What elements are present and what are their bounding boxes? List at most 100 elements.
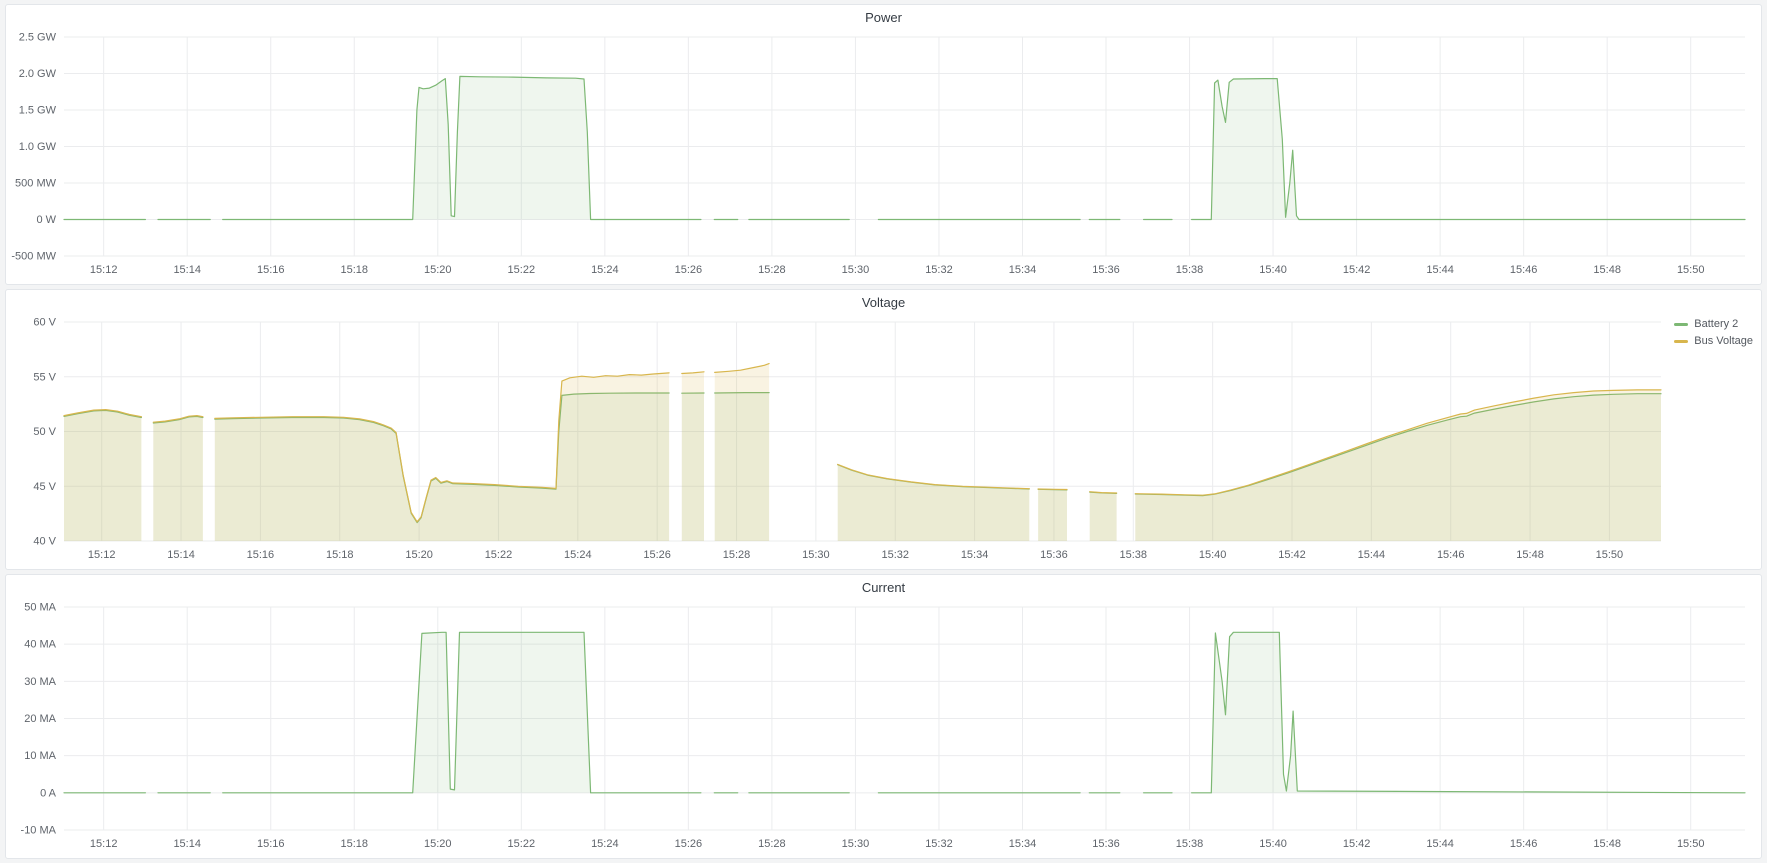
legend-label: Bus Voltage <box>1694 335 1753 347</box>
voltage-chart[interactable]: 15:12 15:14 15:16 15:18 15:20 15:22 15:24 15:26… <box>6 314 1761 567</box>
panel-current: Current 15:1215:1415:1615:1815:2015:2215… <box>5 574 1762 859</box>
x-tick-label: 15:14 <box>173 838 201 850</box>
y-tick-label: -10 MA <box>21 825 57 837</box>
x-tick-label: 15:42 <box>1343 838 1371 850</box>
x-tick-label: 15:22 <box>508 264 536 276</box>
x-tick-label: 15:30 <box>842 838 870 850</box>
series-area <box>64 410 141 541</box>
x-tick-label: 15:22 <box>508 838 536 850</box>
x-tick-label: 15:22 <box>485 549 513 561</box>
current-chart-wrap: 15:12 15:14 15:16 15:18 15:20 15:22 15:24 15:26… <box>6 599 1761 856</box>
x-tick-label: 15:24 <box>564 549 592 561</box>
panel-current-header[interactable]: Current <box>6 575 1761 599</box>
y-tick-label: -500 MW <box>11 251 56 263</box>
x-tick-label: 15:48 <box>1516 549 1544 561</box>
x-tick-label: 15:48 <box>1593 838 1621 850</box>
y-tick-label: 1.5 GW <box>19 105 57 117</box>
y-tick-label: 55 V <box>33 371 56 383</box>
legend-item-battery-2[interactable]: Battery 2 <box>1674 318 1753 330</box>
x-tick-label: 15:38 <box>1120 549 1148 561</box>
x-tick-label: 15:24 <box>591 838 619 850</box>
x-tick-label: 15:24 <box>591 264 619 276</box>
x-tick-label: 15:30 <box>802 549 830 561</box>
y-tick-label: 500 MW <box>15 178 57 190</box>
x-tick-label: 15:16 <box>247 549 275 561</box>
panel-voltage-title: Voltage <box>862 295 905 310</box>
x-tick-label: 15:50 <box>1596 549 1624 561</box>
panel-voltage-header[interactable]: Voltage <box>6 290 1761 314</box>
series-area <box>223 76 701 219</box>
y-tick-label: 0 W <box>36 214 56 226</box>
x-tick-label: 15:46 <box>1510 264 1538 276</box>
x-tick-label: 15:34 <box>961 549 989 561</box>
x-tick-label: 15:26 <box>675 838 703 850</box>
x-tick-label: 15:44 <box>1426 264 1454 276</box>
panel-current-title: Current <box>862 580 905 595</box>
x-tick-label: 15:38 <box>1176 264 1204 276</box>
x-tick-label: 15:36 <box>1092 838 1120 850</box>
x-tick-label: 15:42 <box>1343 264 1371 276</box>
series-area <box>1090 492 1117 541</box>
x-tick-label: 15:32 <box>881 549 909 561</box>
x-tick-label: 15:26 <box>643 549 671 561</box>
x-tick-label: 15:42 <box>1278 549 1306 561</box>
x-tick-label: 15:26 <box>675 264 703 276</box>
series-area <box>715 364 769 541</box>
dashboard: Power 15:12 15:14 15:16 15:18 15:20 15:22 15:2… <box>0 0 1767 863</box>
x-tick-label: 15:38 <box>1176 838 1204 850</box>
legend-swatch-icon <box>1674 323 1688 326</box>
legend-swatch-icon <box>1674 340 1688 343</box>
x-tick-label: 15:40 <box>1259 838 1287 850</box>
series-area <box>215 373 669 541</box>
y-tick-label: 40 MA <box>24 639 56 651</box>
x-tick-label: 15:28 <box>723 549 751 561</box>
x-tick-label: 15:20 <box>424 838 452 850</box>
series-area <box>223 632 701 793</box>
x-tick-label: 15:12 <box>90 838 118 850</box>
x-tick-label: 15:12 <box>90 264 118 276</box>
panel-power-title: Power <box>865 10 902 25</box>
x-tick-label: 15:18 <box>340 838 368 850</box>
x-tick-label: 15:40 <box>1199 549 1227 561</box>
y-tick-label: 30 MA <box>24 676 56 688</box>
x-tick-label: 15:40 <box>1259 264 1287 276</box>
y-tick-label: 2.0 GW <box>19 68 57 80</box>
power-chart[interactable]: 15:1215:1415:1615:1815:2015:2215:2415:26… <box>6 29 1761 282</box>
panel-power: Power 15:1215:1415:1615:1815:2015:2215:2… <box>5 4 1762 285</box>
y-tick-label: 1.0 GW <box>19 141 57 153</box>
legend-label: Battery 2 <box>1694 318 1738 330</box>
x-tick-label: 15:16 <box>257 264 285 276</box>
series-area <box>1192 632 1745 793</box>
x-tick-label: 15:28 <box>758 838 786 850</box>
x-tick-label: 15:12 <box>88 549 116 561</box>
power-chart-wrap: 15:1215:1415:1615:1815:2015:2215:2415:26… <box>6 29 1761 282</box>
y-tick-label: 60 V <box>33 317 56 329</box>
series-area <box>682 372 704 541</box>
x-tick-label: 15:46 <box>1510 838 1538 850</box>
x-tick-label: 15:34 <box>1009 264 1037 276</box>
x-tick-label: 15:50 <box>1677 264 1705 276</box>
x-tick-label: 15:48 <box>1593 264 1621 276</box>
x-tick-label: 15:18 <box>326 549 354 561</box>
series-area <box>1038 489 1067 541</box>
voltage-legend: Battery 2 Bus Voltage <box>1674 318 1753 347</box>
x-tick-label: 15:30 <box>842 264 870 276</box>
y-tick-label: 45 V <box>33 481 56 493</box>
y-tick-label: 0 A <box>40 787 57 799</box>
y-tick-label: 50 MA <box>24 602 56 614</box>
current-chart[interactable]: 15:12 15:14 15:16 15:18 15:20 15:22 15:24 15:26… <box>6 599 1761 856</box>
panel-power-header[interactable]: Power <box>6 5 1761 29</box>
series-area <box>1192 79 1745 220</box>
series-area <box>838 464 1030 541</box>
x-tick-label: 15:20 <box>424 264 452 276</box>
y-tick-label: 20 MA <box>24 713 56 725</box>
series-line <box>1038 489 1067 490</box>
x-tick-label: 15:36 <box>1092 264 1120 276</box>
voltage-chart-wrap: 15:12 15:14 15:16 15:18 15:20 15:22 15:24 15:26… <box>6 314 1761 567</box>
x-tick-label: 15:16 <box>257 838 285 850</box>
legend-item-bus-voltage[interactable]: Bus Voltage <box>1674 335 1753 347</box>
x-tick-label: 15:50 <box>1677 838 1705 850</box>
panel-voltage: Voltage 15:1215:1415:1615:1815:2015:2215… <box>5 289 1762 570</box>
x-tick-label: 15:20 <box>405 549 433 561</box>
x-tick-label: 15:14 <box>167 549 195 561</box>
